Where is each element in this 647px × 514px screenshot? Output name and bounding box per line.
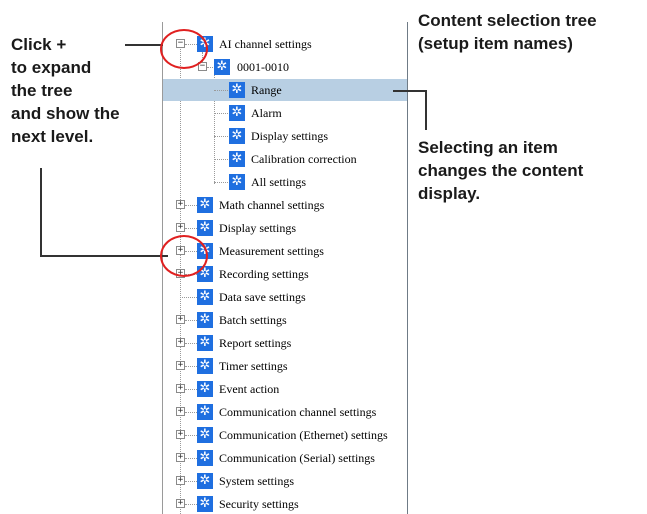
tree-item-security-settings[interactable]: + ✲ Security settings bbox=[163, 493, 407, 514]
tree-item-display-settings-sub[interactable]: ✲ Display settings bbox=[163, 125, 407, 147]
tree-item-label: Calibration correction bbox=[251, 152, 357, 166]
tree-item-label: Display settings bbox=[219, 221, 296, 235]
gear-icon: ✲ bbox=[197, 404, 213, 420]
tree-item-label: Alarm bbox=[251, 106, 282, 120]
expand-icon[interactable]: + bbox=[176, 338, 185, 347]
expand-callout-line-2: to expand bbox=[11, 58, 92, 77]
expand-icon[interactable]: + bbox=[176, 499, 185, 508]
tree-item-communication-ethernet-settings[interactable]: + ✲ Communication (Ethernet) settings bbox=[163, 424, 407, 446]
tree-item-data-save-settings[interactable]: ✲ Data save settings bbox=[163, 286, 407, 308]
expand-icon[interactable]: + bbox=[176, 223, 185, 232]
tree-item-label: Data save settings bbox=[219, 290, 306, 304]
gear-icon: ✲ bbox=[197, 473, 213, 489]
tree-item-label: Communication channel settings bbox=[219, 405, 377, 419]
tree-item-display-settings[interactable]: + ✲ Display settings bbox=[163, 217, 407, 239]
tree-title-callout: Content selection tree (setup item names… bbox=[418, 9, 597, 55]
gear-icon: ✲ bbox=[214, 59, 230, 75]
tree-item-range[interactable]: ✲ Range bbox=[163, 79, 407, 101]
tree-item-label: Communication (Serial) settings bbox=[219, 451, 375, 465]
select-callout-line-3: display. bbox=[418, 184, 481, 203]
expand-callout-line-5: next level. bbox=[11, 127, 94, 146]
select-leader-vertical bbox=[425, 90, 427, 130]
gear-icon: ✲ bbox=[197, 289, 213, 305]
tree-item-label: All settings bbox=[251, 175, 307, 189]
tree-item-timer-settings[interactable]: + ✲ Timer settings bbox=[163, 355, 407, 377]
tree-item-label: 0001-0010 bbox=[237, 60, 289, 74]
expand-icon[interactable]: + bbox=[176, 453, 185, 462]
gear-icon: ✲ bbox=[197, 427, 213, 443]
tree-item-label: Measurement settings bbox=[219, 244, 324, 258]
tree-item-label: Math channel settings bbox=[219, 198, 325, 212]
measurement-leader-vertical bbox=[40, 168, 42, 256]
tree-item-label: System settings bbox=[219, 474, 295, 488]
tree-item-label: Batch settings bbox=[219, 313, 287, 327]
tree-item-label: Range bbox=[251, 83, 282, 97]
gear-icon: ✲ bbox=[229, 174, 245, 190]
gear-icon: ✲ bbox=[197, 450, 213, 466]
tree-item-batch-settings[interactable]: + ✲ Batch settings bbox=[163, 309, 407, 331]
gear-icon: ✲ bbox=[197, 335, 213, 351]
gear-icon: ✲ bbox=[229, 105, 245, 121]
tree-item-label: Timer settings bbox=[219, 359, 288, 373]
gear-icon: ✲ bbox=[229, 151, 245, 167]
gear-icon: ✲ bbox=[197, 220, 213, 236]
tree-item-communication-channel-settings[interactable]: + ✲ Communication channel settings bbox=[163, 401, 407, 423]
expand-icon[interactable]: + bbox=[176, 384, 185, 393]
measurement-highlight-circle bbox=[160, 235, 208, 277]
tree-item-all-settings[interactable]: ✲ All settings bbox=[163, 171, 407, 193]
select-callout: Selecting an item changes the content di… bbox=[418, 136, 583, 205]
expand-callout: Click + to expand the tree and show the … bbox=[11, 33, 120, 148]
measurement-leader-horizontal bbox=[40, 255, 168, 257]
tree-item-math-channel-settings[interactable]: + ✲ Math channel settings bbox=[163, 194, 407, 216]
expand-callout-line-1: Click + bbox=[11, 35, 67, 54]
expand-icon[interactable]: + bbox=[176, 361, 185, 370]
expand-icon[interactable]: + bbox=[176, 476, 185, 485]
tree-item-label: Display settings bbox=[251, 129, 328, 143]
expand-icon[interactable]: + bbox=[176, 430, 185, 439]
tree-item-system-settings[interactable]: + ✲ System settings bbox=[163, 470, 407, 492]
gear-icon: ✲ bbox=[197, 197, 213, 213]
tree-title-line-2: (setup item names) bbox=[418, 34, 573, 53]
gear-icon: ✲ bbox=[229, 128, 245, 144]
expand-highlight-circle bbox=[160, 29, 208, 69]
tree-item-label: Event action bbox=[219, 382, 280, 396]
gear-icon: ✲ bbox=[197, 381, 213, 397]
tree-item-communication-serial-settings[interactable]: + ✲ Communication (Serial) settings bbox=[163, 447, 407, 469]
expand-callout-leader bbox=[125, 44, 163, 46]
tree-item-calibration-correction[interactable]: ✲ Calibration correction bbox=[163, 148, 407, 170]
expand-icon[interactable]: + bbox=[176, 407, 185, 416]
gear-icon: ✲ bbox=[197, 312, 213, 328]
tree-item-alarm[interactable]: ✲ Alarm bbox=[163, 102, 407, 124]
tree-item-label: Security settings bbox=[219, 497, 299, 511]
tree-title-line-1: Content selection tree bbox=[418, 11, 597, 30]
select-callout-line-2: changes the content bbox=[418, 161, 584, 180]
tree-item-report-settings[interactable]: + ✲ Report settings bbox=[163, 332, 407, 354]
gear-icon: ✲ bbox=[197, 358, 213, 374]
select-leader-horizontal bbox=[393, 90, 427, 92]
tree-item-label: Communication (Ethernet) settings bbox=[219, 428, 388, 442]
tree-item-event-action[interactable]: + ✲ Event action bbox=[163, 378, 407, 400]
gear-icon: ✲ bbox=[197, 496, 213, 512]
expand-callout-line-3: the tree bbox=[11, 81, 73, 100]
select-callout-line-1: Selecting an item bbox=[418, 138, 558, 157]
gear-icon: ✲ bbox=[229, 82, 245, 98]
expand-icon[interactable]: + bbox=[176, 315, 185, 324]
expand-callout-line-4: and show the bbox=[11, 104, 120, 123]
tree-item-label: AI channel settings bbox=[219, 37, 312, 51]
tree-item-label: Recording settings bbox=[219, 267, 309, 281]
tree-item-label: Report settings bbox=[219, 336, 292, 350]
expand-icon[interactable]: + bbox=[176, 200, 185, 209]
